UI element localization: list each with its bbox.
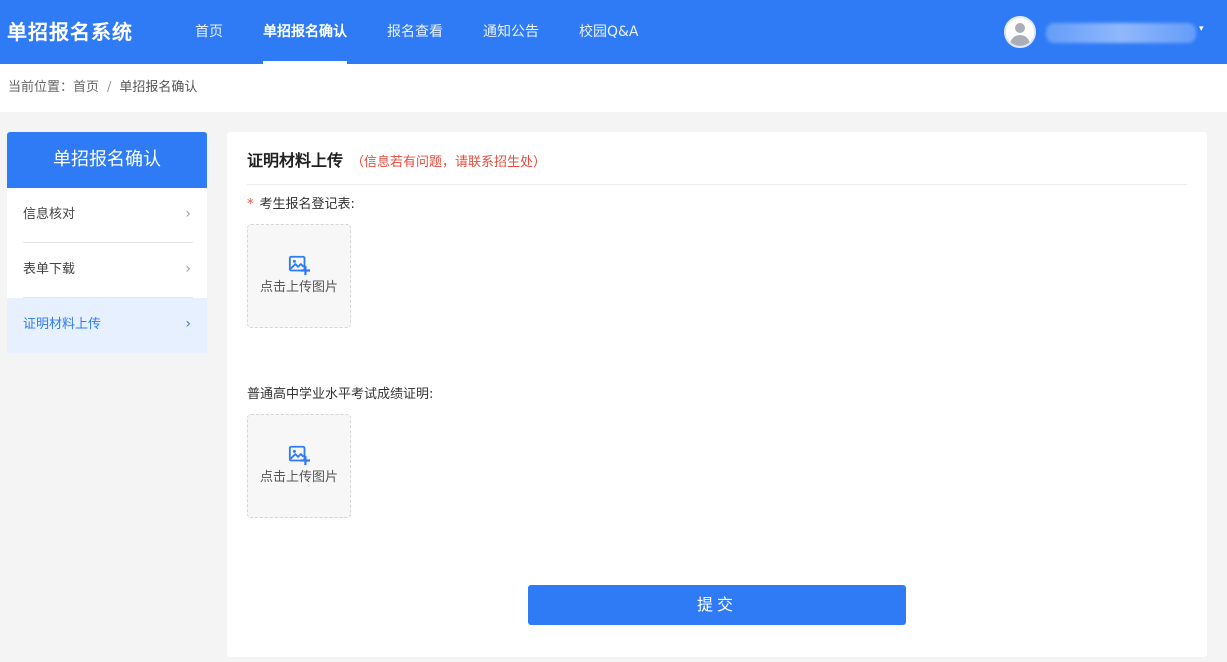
sidebar-item-label: 表单下载 [23, 262, 76, 277]
required-mark: * [247, 197, 254, 212]
sidebar-item-label: 信息核对 [23, 207, 76, 222]
breadcrumb-current: 单招报名确认 [119, 80, 198, 95]
upload-registration-form[interactable]: 点击上传图片 [247, 224, 351, 328]
nav-enroll-view[interactable]: 报名查看 [387, 0, 443, 64]
user-avatar[interactable] [1004, 16, 1036, 48]
breadcrumb-home[interactable]: 首页 [73, 80, 99, 95]
panel-title: 证明材料上传 （信息若有问题，请联系招生处） [247, 150, 546, 174]
image-add-icon [288, 445, 310, 466]
upload-text: 点击上传图片 [259, 470, 338, 485]
upload-exam-certificate[interactable]: 点击上传图片 [247, 414, 351, 518]
sidebar-item-form-download[interactable]: 表单下载 › [7, 243, 207, 298]
upload-text: 点击上传图片 [259, 280, 338, 295]
nav-enroll-confirm[interactable]: 单招报名确认 [263, 0, 347, 64]
avatar-head [1015, 23, 1025, 33]
username-blurred[interactable] [1046, 23, 1196, 43]
field-label-exam-certificate: 普通高中学业水平考试成绩证明: [247, 386, 433, 404]
top-header: 单招报名系统 首页 单招报名确认 报名查看 通知公告 校园Q&A ▾ [0, 0, 1227, 64]
chevron-right-icon: › [185, 261, 191, 277]
image-add-icon [288, 255, 310, 276]
breadcrumb-bar: 当前位置：首页 / 单招报名确认 [0, 64, 1227, 112]
sidebar-item-info-check[interactable]: 信息核对 › [7, 188, 207, 243]
field-label-text: 普通高中学业水平考试成绩证明: [247, 387, 434, 402]
sidebar-title: 单招报名确认 [7, 132, 207, 188]
breadcrumb: 当前位置：首页 / 单招报名确认 [8, 79, 197, 97]
field-label-text: 考生报名登记表: [259, 197, 355, 212]
panel-divider [247, 184, 1187, 185]
brand-title: 单招报名系统 [7, 20, 133, 44]
nav-campus-qa[interactable]: 校园Q&A [579, 0, 639, 64]
sidebar-item-label: 证明材料上传 [23, 317, 102, 332]
panel-title-text: 证明材料上传 [247, 151, 344, 170]
sidebar: 单招报名确认 信息核对 › 表单下载 › 证明材料上传 › [7, 132, 207, 353]
sidebar-item-proof-upload[interactable]: 证明材料上传 › [7, 298, 207, 353]
chevron-right-icon: › [185, 206, 191, 222]
nav-home[interactable]: 首页 [195, 0, 223, 64]
breadcrumb-separator: / [107, 80, 112, 95]
chevron-right-icon: › [185, 316, 191, 332]
nav-notices[interactable]: 通知公告 [483, 0, 539, 64]
panel-note: （信息若有问题，请联系招生处） [351, 155, 547, 170]
breadcrumb-prefix: 当前位置： [8, 80, 74, 95]
submit-button[interactable]: 提交 [528, 585, 906, 625]
main-nav: 首页 单招报名确认 报名查看 通知公告 校园Q&A [195, 0, 679, 64]
main-panel: 证明材料上传 （信息若有问题，请联系招生处） * 考生报名登记表: 点击上传图片 普… [227, 132, 1207, 657]
avatar-body [1010, 35, 1030, 46]
chevron-down-icon[interactable]: ▾ [1199, 24, 1204, 34]
field-label-registration-form: * 考生报名登记表: [247, 196, 355, 214]
